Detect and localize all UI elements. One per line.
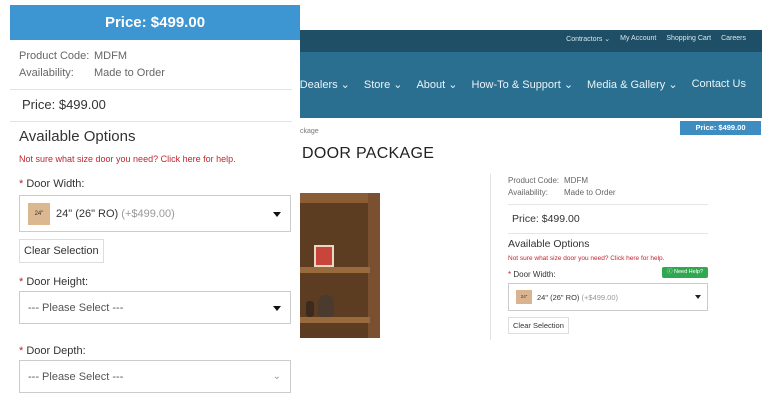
mini-price-badge: Price: $499.00 [680, 121, 761, 135]
chevron-down-icon: ⌄ [272, 371, 281, 382]
door-width-thumbnail: 24" [28, 202, 50, 225]
product-code-label: Product Code: [19, 50, 90, 62]
clear-selection-button[interactable]: Clear Selection [19, 239, 104, 263]
door-width-value: 24" (26" RO) [537, 292, 580, 302]
door-height-placeholder: --- Please Select --- [28, 301, 124, 314]
panel-divider [490, 174, 491, 340]
product-code-value: MDFM [94, 50, 127, 62]
door-width-select[interactable]: 24" 24" (26" RO) (+$499.00) [19, 195, 291, 232]
door-depth-placeholder: --- Please Select --- [28, 370, 124, 383]
availability-label: Availability: [508, 188, 548, 197]
product-code-label: Product Code: [508, 176, 560, 185]
mobile-product-panel: Price: $499.00 Product Code: MDFM Availa… [0, 0, 300, 402]
door-depth-label-text: Door Depth: [26, 345, 86, 357]
required-mark: * [19, 345, 24, 357]
top-links: Contractors ⌄ My Account Shopping Cart C… [566, 35, 746, 43]
door-width-label-text: Door Width: [513, 270, 556, 279]
door-height-select[interactable]: --- Please Select --- [19, 291, 291, 324]
top-link-contractors[interactable]: Contractors ⌄ [566, 35, 610, 43]
clear-selection-button[interactable]: Clear Selection [508, 317, 569, 334]
door-depth-select[interactable]: --- Please Select --- ⌄ [19, 360, 291, 393]
caret-down-icon [273, 212, 281, 217]
door-width-addon: (+$499.00) [121, 207, 175, 220]
availability-label: Availability: [19, 67, 74, 79]
size-help-link[interactable]: Not sure what size door you need? Click … [19, 154, 236, 164]
door-depth-label: * Door Depth: [19, 345, 86, 357]
door-width-label: * Door Width: [19, 178, 84, 190]
size-help-link[interactable]: Not sure what size door you need? Click … [508, 255, 708, 262]
site-top-bar: Contractors ⌄ My Account Shopping Cart C… [300, 30, 762, 52]
available-options-title: Available Options [508, 238, 590, 250]
door-width-value: 24" (26" RO) [56, 207, 119, 220]
availability-value: Made to Order [94, 67, 165, 79]
availability-row: Availability: Made to Order [19, 67, 165, 79]
site-main-nav: Dealers ⌄ Store ⌄ About ⌄ How-To & Suppo… [300, 52, 762, 118]
available-options-title: Available Options [19, 128, 136, 145]
nav-contact-us[interactable]: Contact Us [692, 78, 746, 91]
desktop-options-panel: Product Code: MDFM Availability: Made to… [508, 176, 708, 334]
door-width-label: * Door Width: ⓘ Need Help? [508, 267, 708, 279]
product-photo [300, 193, 380, 338]
need-help-label: Need Help? [674, 269, 704, 275]
nav-store[interactable]: Store ⌄ [364, 78, 403, 91]
caret-down-icon [695, 295, 701, 299]
divider [10, 121, 292, 122]
nav-dealers[interactable]: Dealers ⌄ [300, 78, 350, 91]
divider [508, 204, 708, 205]
availability-value: Made to Order [564, 188, 616, 197]
top-link-my-account[interactable]: My Account [620, 35, 656, 43]
availability-row: Availability: Made to Order [508, 188, 708, 200]
caret-down-icon [273, 306, 281, 311]
nav-media-gallery[interactable]: Media & Gallery ⌄ [587, 78, 678, 91]
door-height-label: * Door Height: [19, 276, 88, 288]
page-title: DOOR PACKAGE [302, 145, 435, 162]
need-help-button[interactable]: ⓘ Need Help? [662, 267, 708, 278]
breadcrumb[interactable]: ckage [300, 128, 319, 135]
product-code-row: Product Code: MDFM [19, 50, 127, 62]
door-width-thumbnail: 24" [516, 290, 532, 304]
price-header-bar: Price: $499.00 [10, 5, 300, 40]
product-code-value: MDFM [564, 176, 588, 185]
door-height-label-text: Door Height: [26, 276, 89, 288]
price-text: Price: $499.00 [512, 213, 580, 225]
door-width-selected: 24" (26" RO) (+$499.00) [537, 293, 618, 302]
required-mark: * [508, 270, 512, 279]
door-width-addon: (+$499.00) [581, 292, 619, 302]
nav-how-to-support[interactable]: How-To & Support ⌄ [472, 78, 574, 91]
divider [10, 89, 292, 90]
product-code-row: Product Code: MDFM [508, 176, 708, 188]
required-mark: * [19, 276, 24, 288]
top-link-careers[interactable]: Careers [721, 35, 746, 43]
nav-about[interactable]: About ⌄ [416, 78, 457, 91]
top-link-shopping-cart[interactable]: Shopping Cart [666, 35, 711, 43]
door-width-label-text: Door Width: [26, 178, 85, 190]
price-text: Price: $499.00 [22, 97, 106, 112]
help-circle-icon: ⓘ [666, 269, 673, 275]
door-width-selected: 24" (26" RO) (+$499.00) [56, 208, 175, 220]
divider [508, 233, 708, 234]
door-width-select[interactable]: 24" 24" (26" RO) (+$499.00) [508, 283, 708, 311]
required-mark: * [19, 178, 24, 190]
